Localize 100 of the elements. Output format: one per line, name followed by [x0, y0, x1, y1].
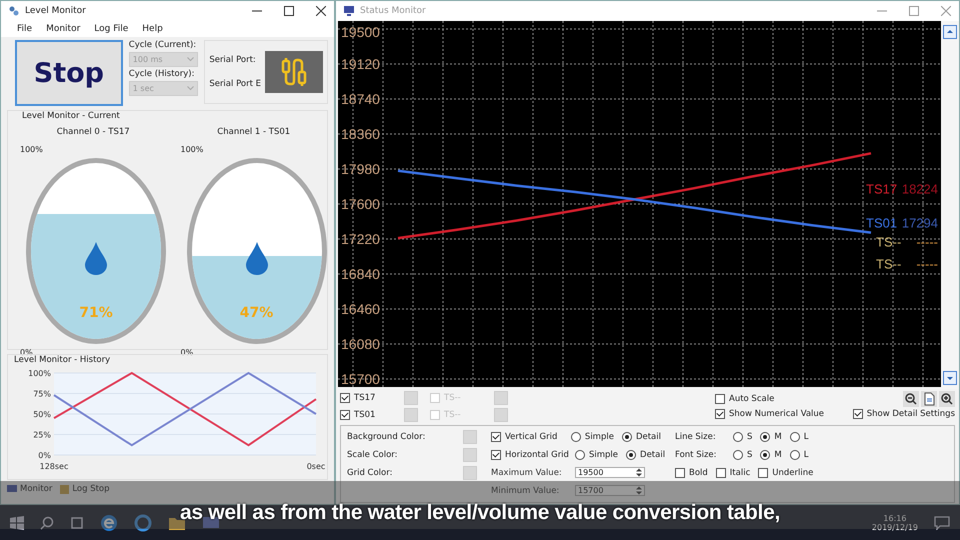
window-title: Level Monitor	[25, 6, 86, 16]
grid-label: Horizontal Grid	[505, 450, 569, 460]
option-label: Auto Scale	[729, 394, 774, 404]
max-percent-label: 100%	[20, 145, 44, 154]
zoom-out-icon[interactable]	[903, 391, 919, 407]
y-axis-label: 100%	[28, 369, 51, 378]
y-axis-label: 15700	[341, 371, 380, 387]
color-picker-button[interactable]	[463, 448, 477, 462]
value-label: Minimum Value:	[491, 486, 560, 496]
stop-button[interactable]: Stop	[15, 40, 123, 106]
menu-item[interactable]: Monitor	[46, 24, 80, 34]
color-setting-label: Grid Color:	[347, 468, 394, 478]
channel-name: TS--	[444, 393, 462, 403]
cycle-label: Cycle (History):	[128, 69, 196, 79]
grid-mode-radio[interactable]	[626, 450, 636, 460]
monitor-status: Monitor	[7, 484, 52, 494]
option-checkbox[interactable]	[852, 409, 863, 419]
grid-checkbox[interactable]	[491, 432, 501, 442]
water-drop-icon	[244, 241, 268, 275]
color-picker-button[interactable]	[404, 391, 418, 405]
font-style-checkbox[interactable]	[758, 468, 768, 478]
spinner-arrows-icon	[636, 468, 642, 477]
y-axis-label: 16080	[341, 336, 380, 352]
grid-mode-radio[interactable]	[575, 450, 585, 460]
grid-mode-label: Simple	[584, 432, 614, 442]
level-reading: 47%	[238, 305, 274, 321]
menu-item[interactable]: Help	[142, 24, 163, 34]
y-axis-label: 25%	[33, 430, 51, 440]
font-style-checkbox[interactable]	[716, 468, 726, 478]
grid-mode-radio[interactable]	[622, 432, 632, 442]
color-setting-label: Scale Color:	[347, 450, 398, 460]
ring-icon[interactable]	[134, 514, 152, 532]
empty-channel-label: TS--	[876, 234, 902, 250]
channel-name: TS01	[354, 410, 376, 420]
size-radio[interactable]	[760, 432, 770, 442]
channel-label: Channel 1 - TS01	[217, 127, 290, 137]
color-picker-button[interactable]	[494, 391, 508, 405]
channel-checkbox[interactable]	[340, 393, 350, 403]
caret-icon	[187, 86, 194, 91]
size-option-label: M	[774, 450, 782, 460]
grid-checkbox[interactable]	[491, 450, 501, 460]
grid-mode-label: Detail	[640, 450, 666, 460]
monitor-icon	[7, 484, 17, 494]
font-style-label: Italic	[730, 468, 750, 478]
series-reading: 17294	[902, 216, 938, 231]
empty-channel-reading: -----	[916, 234, 938, 250]
notification-icon[interactable]	[934, 516, 950, 530]
value-spinner[interactable]: 19500	[575, 467, 645, 478]
size-radio[interactable]	[790, 432, 800, 442]
scroll-up-icon[interactable]	[943, 25, 957, 39]
y-axis-label: 50%	[33, 410, 51, 419]
font-style-label: Underline	[772, 468, 814, 478]
series-name-label: TS01	[866, 216, 898, 231]
option-checkbox[interactable]	[715, 394, 725, 404]
windows-start-icon[interactable]	[10, 516, 24, 530]
grid-mode-radio[interactable]	[570, 432, 581, 442]
grid-mode-label: Detail	[636, 432, 661, 442]
empty-channel-reading: -----	[916, 256, 938, 272]
size-option-label: L	[804, 450, 808, 460]
value-spinner[interactable]: 15700	[575, 485, 645, 496]
font-style-checkbox[interactable]	[675, 468, 685, 478]
grid-mode-label: Simple	[589, 450, 618, 460]
caret-icon	[187, 57, 194, 62]
scroll-down-icon[interactable]	[943, 371, 957, 385]
close-icon[interactable]	[316, 6, 326, 16]
browser-e-icon[interactable]	[100, 514, 118, 532]
channel-label: Channel 0 - TS17	[56, 127, 130, 137]
value-label: Maximum Value:	[491, 468, 563, 478]
size-radio[interactable]	[790, 450, 800, 460]
color-picker-button[interactable]	[494, 408, 508, 422]
channel-name: TS17	[354, 393, 376, 403]
size-radio[interactable]	[760, 450, 770, 460]
color-setting-label: Background Color:	[347, 432, 426, 442]
channel-checkbox[interactable]	[340, 410, 350, 420]
empty-channel-label: TS--	[876, 256, 902, 272]
size-option-label: M	[774, 432, 782, 442]
size-label: Font Size:	[675, 450, 718, 460]
size-option-label: L	[804, 432, 808, 442]
y-axis-label: 17980	[341, 161, 380, 177]
serial-port-label: Serial Port E	[209, 79, 261, 89]
y-axis-label: 19120	[341, 56, 380, 72]
task-view-icon[interactable]	[70, 516, 84, 530]
zoom-in-icon[interactable]	[939, 391, 955, 407]
color-picker-button[interactable]	[463, 466, 477, 480]
color-picker-button[interactable]	[404, 408, 418, 422]
size-radio[interactable]	[733, 450, 743, 460]
menu-item[interactable]: File	[17, 24, 32, 34]
spinner-arrows-icon	[636, 486, 642, 495]
cable-icon	[280, 56, 308, 88]
document-icon[interactable]	[921, 391, 937, 407]
search-icon[interactable]	[40, 516, 54, 530]
y-axis-label: 17220	[341, 231, 380, 247]
menu-item[interactable]: Log File	[94, 24, 128, 34]
y-axis-label: 75%	[33, 390, 51, 398]
color-picker-button[interactable]	[463, 430, 477, 444]
option-checkbox[interactable]	[715, 409, 725, 419]
size-radio[interactable]	[733, 432, 743, 442]
maximize-icon[interactable]	[284, 6, 294, 16]
cycle-label: Cycle (Current):	[128, 40, 198, 50]
window-title: Status Monitor	[360, 6, 426, 16]
